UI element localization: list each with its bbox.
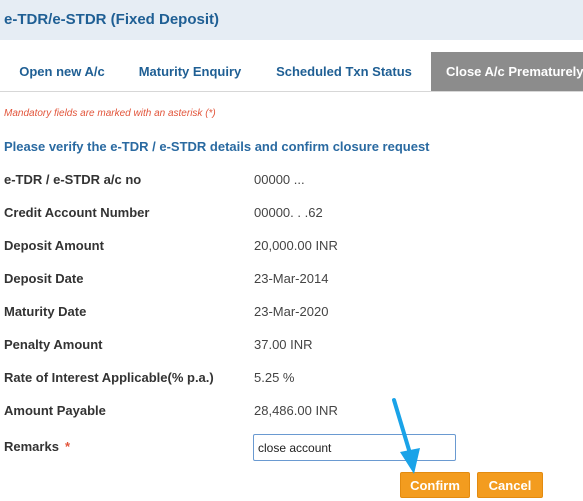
required-asterisk: *: [64, 439, 70, 454]
cancel-button[interactable]: Cancel: [477, 472, 543, 498]
value-deposit-amount: 20,000.00 INR: [254, 238, 338, 253]
label-amount-payable: Amount Payable: [4, 403, 106, 418]
page-header: e-TDR/e-STDR (Fixed Deposit): [0, 0, 583, 40]
label-maturity-date: Maturity Date: [4, 304, 87, 319]
value-amount-payable: 28,486.00 INR: [254, 403, 338, 418]
tab-close-ac-prematurely[interactable]: Close A/c Prematurely: [431, 52, 583, 91]
tab-maturity-enquiry[interactable]: Maturity Enquiry: [126, 52, 254, 91]
value-credit-account-number: 00000. . .62: [254, 205, 323, 220]
value-penalty-amount: 37.00 INR: [254, 337, 313, 352]
section-title: Please verify the e-TDR / e-STDR details…: [4, 139, 430, 154]
label-remarks: Remarks *: [4, 439, 70, 454]
tab-open-new-ac[interactable]: Open new A/c: [4, 52, 120, 91]
value-maturity-date: 23-Mar-2020: [254, 304, 329, 319]
confirm-button[interactable]: Confirm: [400, 472, 470, 498]
label-deposit-amount: Deposit Amount: [4, 238, 104, 253]
label-rate-of-interest: Rate of Interest Applicable(% p.a.): [4, 370, 214, 385]
tab-scheduled-txn-status[interactable]: Scheduled Txn Status: [261, 52, 427, 91]
value-rate-of-interest: 5.25 %: [254, 370, 295, 385]
label-deposit-date: Deposit Date: [4, 271, 84, 286]
page-title: e-TDR/e-STDR (Fixed Deposit): [4, 11, 220, 28]
label-credit-account-number: Credit Account Number: [4, 205, 150, 220]
value-tdr-account-no: 00000 ...: [254, 172, 305, 187]
label-penalty-amount: Penalty Amount: [4, 337, 103, 352]
value-deposit-date: 23-Mar-2014: [254, 271, 329, 286]
tab-bar: Open new A/c Maturity Enquiry Scheduled …: [0, 52, 583, 92]
label-tdr-account-no: e-TDR / e-STDR a/c no: [4, 172, 142, 187]
remarks-label-text: Remarks: [4, 439, 59, 454]
mandatory-note: Mandatory fields are marked with an aste…: [4, 108, 216, 119]
remarks-input[interactable]: [253, 434, 456, 461]
